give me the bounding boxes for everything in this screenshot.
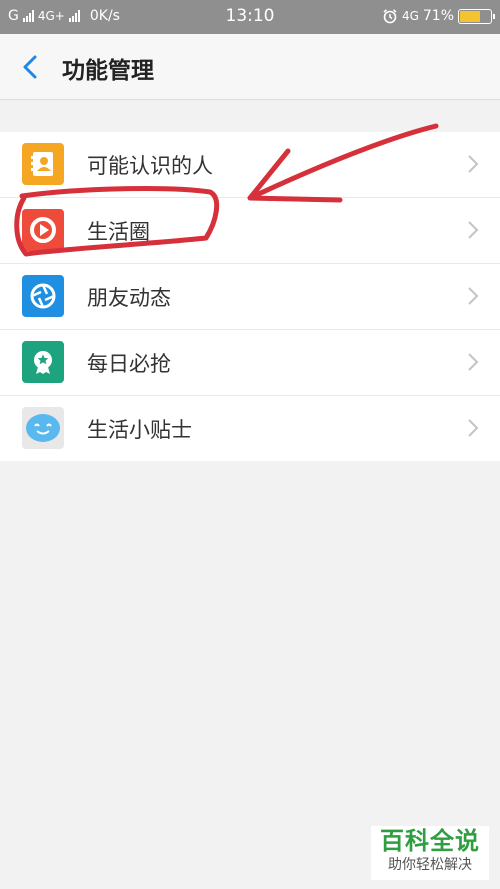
status-right: 4G 71% (382, 8, 495, 24)
page-title: 功能管理 (62, 58, 154, 84)
contacts-icon (22, 143, 64, 185)
list-item-label: 每日必抢 (87, 352, 171, 376)
feature-list: 可能认识的人 生活圈 朋友动态 每日必抢 生活小贴士 (0, 132, 500, 461)
smiley-bubble-icon (22, 407, 64, 449)
list-item-label: 朋友动态 (87, 286, 171, 310)
list-item-people-you-may-know[interactable]: 可能认识的人 (0, 132, 500, 198)
alarm-icon (383, 9, 397, 24)
list-item-label: 生活圈 (87, 220, 150, 244)
battery-level (460, 10, 480, 22)
network-type-label-2: 4G (401, 9, 419, 23)
list-item-life-tips[interactable]: 生活小贴士 (0, 396, 500, 461)
chevron-right-icon (468, 353, 479, 371)
list-item-daily-deals[interactable]: 每日必抢 (0, 330, 500, 396)
back-button[interactable] (16, 52, 46, 82)
list-item-label: 可能认识的人 (87, 154, 213, 178)
aperture-icon (22, 275, 64, 317)
title-bar: 功能管理 (0, 34, 500, 100)
list-item-life-circle[interactable]: 生活圈 (0, 198, 500, 264)
badge-star-icon (22, 341, 64, 383)
watermark-title: 百科全说 (380, 827, 480, 855)
chevron-right-icon (468, 287, 479, 305)
chevron-right-icon (468, 155, 479, 173)
watermark-subtitle: 助你轻松解决 (388, 857, 472, 873)
battery-icon (458, 8, 495, 24)
list-item-label: 生活小贴士 (87, 418, 192, 442)
chevron-right-icon (468, 419, 479, 437)
status-bar: G 4G+ 0K/s 13:10 4G 71% (0, 0, 500, 34)
play-circle-icon (22, 209, 64, 251)
watermark: 百科全说 助你轻松解决 (371, 826, 489, 880)
chevron-left-icon (23, 55, 37, 79)
battery-percent: 71% (422, 8, 454, 24)
chevron-right-icon (468, 221, 479, 239)
list-item-friend-feed[interactable]: 朋友动态 (0, 264, 500, 330)
